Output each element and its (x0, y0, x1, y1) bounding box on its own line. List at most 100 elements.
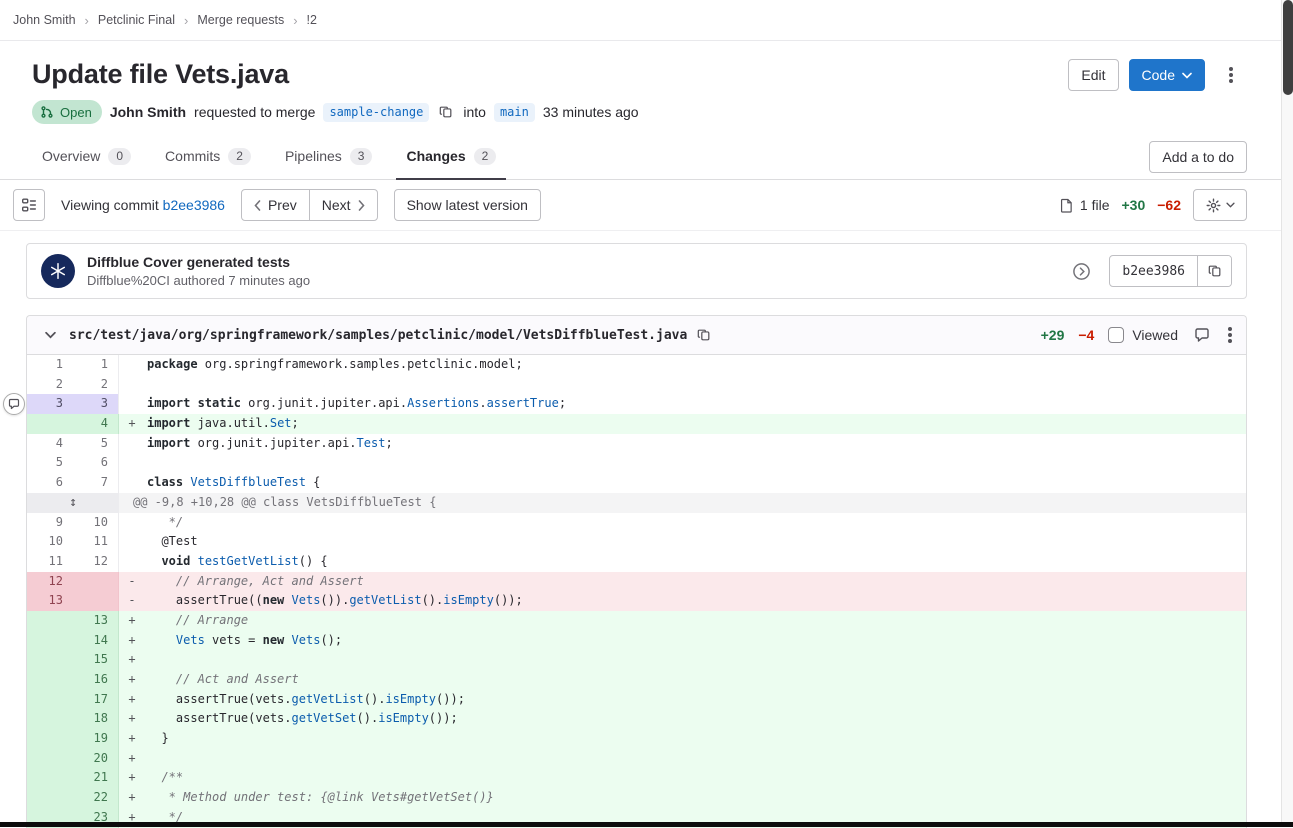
diff-line[interactable]: 20+ (27, 749, 1246, 769)
tab-commits[interactable]: Commits 2 (155, 134, 261, 180)
expand-lines-button[interactable]: ↕ (27, 493, 119, 513)
new-line-number[interactable]: 2 (73, 375, 119, 395)
new-line-number[interactable]: 4 (73, 414, 119, 434)
old-line-number[interactable] (27, 788, 73, 808)
breadcrumb-mr-id[interactable]: !2 (307, 13, 317, 27)
tab-overview[interactable]: Overview 0 (32, 134, 141, 180)
new-line-number[interactable]: 12 (73, 552, 119, 572)
diff-line[interactable]: 13- assertTrue((new Vets()).getVetList()… (27, 591, 1246, 611)
vertical-scrollbar[interactable] (1281, 0, 1293, 827)
old-line-number[interactable] (27, 611, 73, 631)
old-line-number[interactable] (27, 650, 73, 670)
breadcrumb-project[interactable]: Petclinic Final (98, 13, 175, 27)
diff-line[interactable]: 4+import java.util.Set; (27, 414, 1246, 434)
diff-line[interactable]: 1112 void testGetVetList() { (27, 552, 1246, 572)
old-line-number[interactable]: 13 (27, 591, 73, 611)
new-line-number[interactable]: 21 (73, 768, 119, 788)
diff-line[interactable]: 17+ assertTrue(vets.getVetList().isEmpty… (27, 690, 1246, 710)
file-options-button[interactable] (1226, 331, 1234, 339)
diff-line[interactable]: 22+ * Method under test: {@link Vets#get… (27, 788, 1246, 808)
copy-sha-button[interactable] (1197, 256, 1231, 286)
old-line-number[interactable] (27, 709, 73, 729)
old-line-number[interactable]: 2 (27, 375, 73, 395)
new-line-number[interactable]: 3 (73, 394, 119, 414)
diff-line[interactable]: 11package org.springframework.samples.pe… (27, 355, 1246, 375)
old-line-number[interactable] (27, 690, 73, 710)
breadcrumb-merge-requests[interactable]: Merge requests (197, 13, 284, 27)
edit-button[interactable]: Edit (1068, 59, 1118, 91)
new-line-number[interactable] (73, 591, 119, 611)
diff-line[interactable]: 45import org.junit.jupiter.api.Test; (27, 434, 1246, 454)
code-dropdown-button[interactable]: Code (1129, 59, 1205, 91)
diff-expand-row[interactable]: ↕@@ -9,8 +10,28 @@ class VetsDiffblueTes… (27, 493, 1246, 513)
collapse-file-button[interactable] (39, 324, 61, 346)
commit-title[interactable]: Diffblue Cover generated tests (87, 254, 310, 270)
new-line-number[interactable]: 11 (73, 532, 119, 552)
new-line-number[interactable]: 16 (73, 670, 119, 690)
new-line-number[interactable]: 5 (73, 434, 119, 454)
diff-line[interactable]: 16+ // Act and Assert (27, 670, 1246, 690)
diff-line[interactable]: 13+ // Arrange (27, 611, 1246, 631)
new-line-number[interactable]: 19 (73, 729, 119, 749)
old-line-number[interactable] (27, 414, 73, 434)
new-line-number[interactable]: 18 (73, 709, 119, 729)
old-line-number[interactable]: 5 (27, 453, 73, 473)
diff-line[interactable]: 19+ } (27, 729, 1246, 749)
new-line-number[interactable]: 20 (73, 749, 119, 769)
new-line-number[interactable]: 14 (73, 631, 119, 651)
old-line-number[interactable]: 9 (27, 513, 73, 533)
show-latest-version-button[interactable]: Show latest version (394, 189, 541, 221)
old-line-number[interactable]: 3 (27, 394, 73, 414)
next-commit-button[interactable]: Next (309, 189, 378, 221)
new-line-number[interactable] (73, 572, 119, 592)
new-line-number[interactable]: 6 (73, 453, 119, 473)
old-line-number[interactable]: 10 (27, 532, 73, 552)
file-path[interactable]: src/test/java/org/springframework/sample… (69, 328, 687, 343)
breadcrumb-user[interactable]: John Smith (13, 13, 76, 27)
mr-author[interactable]: John Smith (110, 104, 186, 120)
old-line-number[interactable]: 12 (27, 572, 73, 592)
new-line-number[interactable]: 7 (73, 473, 119, 493)
file-comment-button[interactable] (1192, 325, 1212, 345)
old-line-number[interactable]: 6 (27, 473, 73, 493)
diff-line[interactable]: 14+ Vets vets = new Vets(); (27, 631, 1246, 651)
old-line-number[interactable]: 11 (27, 552, 73, 572)
tab-pipelines[interactable]: Pipelines 3 (275, 134, 383, 180)
old-line-number[interactable] (27, 631, 73, 651)
old-line-number[interactable] (27, 670, 73, 690)
scrollbar-thumb[interactable] (1283, 0, 1293, 95)
commit-sha-link[interactable]: b2ee3986 (163, 197, 225, 213)
target-branch-chip[interactable]: main (494, 103, 535, 122)
source-branch-chip[interactable]: sample-change (323, 103, 429, 122)
diff-line[interactable]: 21+ /** (27, 768, 1246, 788)
copy-branch-button[interactable] (437, 103, 455, 121)
diff-line[interactable]: 67class VetsDiffblueTest { (27, 473, 1246, 493)
diff-line[interactable]: 15+ (27, 650, 1246, 670)
browse-commit-button[interactable] (1070, 260, 1093, 283)
new-line-number[interactable]: 15 (73, 650, 119, 670)
diff-line[interactable]: 22 (27, 375, 1246, 395)
diff-line[interactable]: 18+ assertTrue(vets.getVetSet().isEmpty(… (27, 709, 1246, 729)
tab-changes[interactable]: Changes 2 (396, 134, 506, 180)
old-line-number[interactable]: 1 (27, 355, 73, 375)
old-line-number[interactable] (27, 729, 73, 749)
new-line-number[interactable]: 17 (73, 690, 119, 710)
new-line-number[interactable]: 22 (73, 788, 119, 808)
old-line-number[interactable] (27, 749, 73, 769)
old-line-number[interactable] (27, 768, 73, 788)
new-line-number[interactable]: 1 (73, 355, 119, 375)
more-actions-button[interactable] (1215, 59, 1247, 91)
diff-line[interactable]: 1011 @Test (27, 532, 1246, 552)
viewed-toggle[interactable]: Viewed (1108, 327, 1178, 343)
diff-settings-button[interactable] (1193, 189, 1247, 221)
diff-line[interactable]: 33import static org.junit.jupiter.api.As… (27, 394, 1246, 414)
new-line-number[interactable]: 13 (73, 611, 119, 631)
copy-file-path-button[interactable] (695, 326, 713, 344)
comment-thread-indicator[interactable] (3, 393, 25, 415)
diff-line[interactable]: 12- // Arrange, Act and Assert (27, 572, 1246, 592)
old-line-number[interactable]: 4 (27, 434, 73, 454)
add-todo-button[interactable]: Add a to do (1149, 141, 1247, 173)
viewed-checkbox[interactable] (1108, 327, 1124, 343)
diff-line[interactable]: 910 */ (27, 513, 1246, 533)
diff-line[interactable]: 56 (27, 453, 1246, 473)
